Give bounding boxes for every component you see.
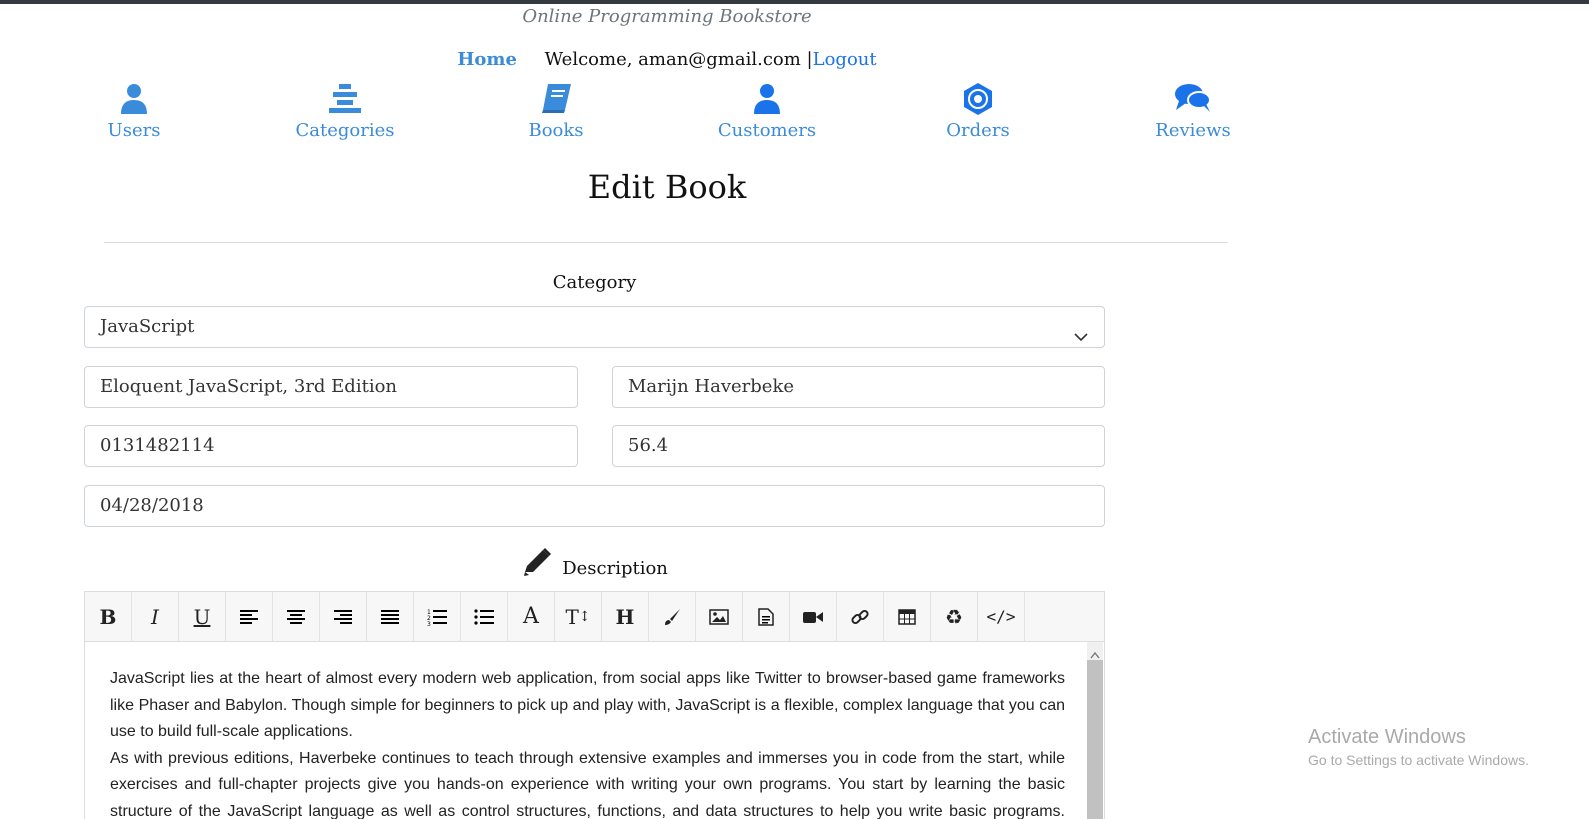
category-label: Category: [552, 272, 637, 293]
align-left-icon[interactable]: [226, 592, 273, 641]
site-brand: Online Programming Bookstore: [522, 6, 812, 27]
link-icon[interactable]: [837, 592, 884, 641]
align-justify-icon[interactable]: [367, 592, 414, 641]
heading-icon[interactable]: H: [602, 592, 649, 641]
menu-label: Customers: [717, 120, 817, 141]
font-color-icon[interactable]: A: [508, 592, 555, 641]
image-icon[interactable]: [696, 592, 743, 641]
menu-books[interactable]: Books: [491, 82, 621, 141]
svg-text:3: 3: [427, 621, 431, 626]
watermark-subtitle: Go to Settings to activate Windows.: [1308, 752, 1529, 768]
top-bar: [0, 0, 1589, 4]
bold-icon[interactable]: B: [85, 592, 132, 641]
description-editor[interactable]: JavaScript lies at the heart of almost e…: [84, 642, 1105, 819]
customer-icon: [702, 82, 832, 116]
menu-categories[interactable]: Categories: [280, 82, 410, 141]
menu-label: Users: [107, 120, 161, 141]
windows-activation-watermark: Activate Windows Go to Settings to activ…: [1308, 726, 1529, 768]
description-paragraph: As with previous editions, Haverbeke con…: [110, 749, 1065, 819]
menu-users[interactable]: Users: [69, 82, 199, 141]
page-title: Edit Book: [587, 168, 747, 206]
author-input[interactable]: Marijn Haverbeke: [612, 366, 1105, 408]
description-heading: Description: [84, 546, 1105, 582]
menu-customers[interactable]: Customers: [702, 82, 832, 141]
video-icon[interactable]: [790, 592, 837, 641]
price-input[interactable]: 56.4: [612, 425, 1105, 467]
menu-label: Categories: [295, 120, 395, 141]
chevron-down-icon: [1074, 319, 1088, 359]
ordered-list-icon[interactable]: 123: [414, 592, 461, 641]
scrollbar-thumb[interactable]: [1087, 660, 1103, 819]
table-icon[interactable]: [884, 592, 931, 641]
category-select[interactable]: JavaScript: [84, 306, 1105, 348]
brush-icon[interactable]: [649, 592, 696, 641]
menu-label: Reviews: [1155, 120, 1231, 141]
category-selected-value: JavaScript: [100, 316, 195, 337]
user-icon: [69, 82, 199, 116]
menu-reviews[interactable]: Reviews: [1128, 82, 1258, 141]
align-right-icon[interactable]: [320, 592, 367, 641]
orders-icon: [913, 82, 1043, 116]
editor-scrollbar[interactable]: [1087, 642, 1103, 819]
recycle-icon[interactable]: ♻: [931, 592, 978, 641]
font-size-icon[interactable]: T ↕: [555, 592, 602, 641]
title-input[interactable]: Eloquent JavaScript, 3rd Edition: [84, 366, 578, 408]
italic-icon[interactable]: I: [132, 592, 179, 641]
home-link[interactable]: Home: [457, 49, 517, 70]
description-content[interactable]: JavaScript lies at the heart of almost e…: [110, 666, 1065, 819]
description-label: Description: [562, 558, 668, 579]
top-nav: Home Welcome, aman@gmail.com |Logout: [0, 49, 1334, 70]
pencil-icon: [521, 546, 553, 582]
publish-date-input[interactable]: 04/28/2018: [84, 485, 1105, 527]
editor-toolbar: B I U 123 A T ↕ H ♻ </>: [84, 591, 1105, 642]
menu-label: Orders: [946, 120, 1010, 141]
book-icon: [491, 82, 621, 116]
welcome-text: Welcome, aman@gmail.com |: [544, 49, 813, 70]
divider: [104, 242, 1228, 243]
comments-icon: [1128, 82, 1258, 116]
file-icon[interactable]: [743, 592, 790, 641]
code-view-icon[interactable]: </>: [978, 592, 1025, 641]
description-paragraph: JavaScript lies at the heart of almost e…: [110, 670, 1065, 740]
logout-link[interactable]: Logout: [813, 49, 877, 70]
align-center-icon[interactable]: [273, 592, 320, 641]
watermark-title: Activate Windows: [1308, 726, 1466, 748]
underline-icon[interactable]: U: [179, 592, 226, 641]
unordered-list-icon[interactable]: [461, 592, 508, 641]
layers-icon: [280, 82, 410, 116]
isbn-input[interactable]: 0131482114: [84, 425, 578, 467]
menu-label: Books: [528, 120, 584, 141]
menu-orders[interactable]: Orders: [913, 82, 1043, 141]
